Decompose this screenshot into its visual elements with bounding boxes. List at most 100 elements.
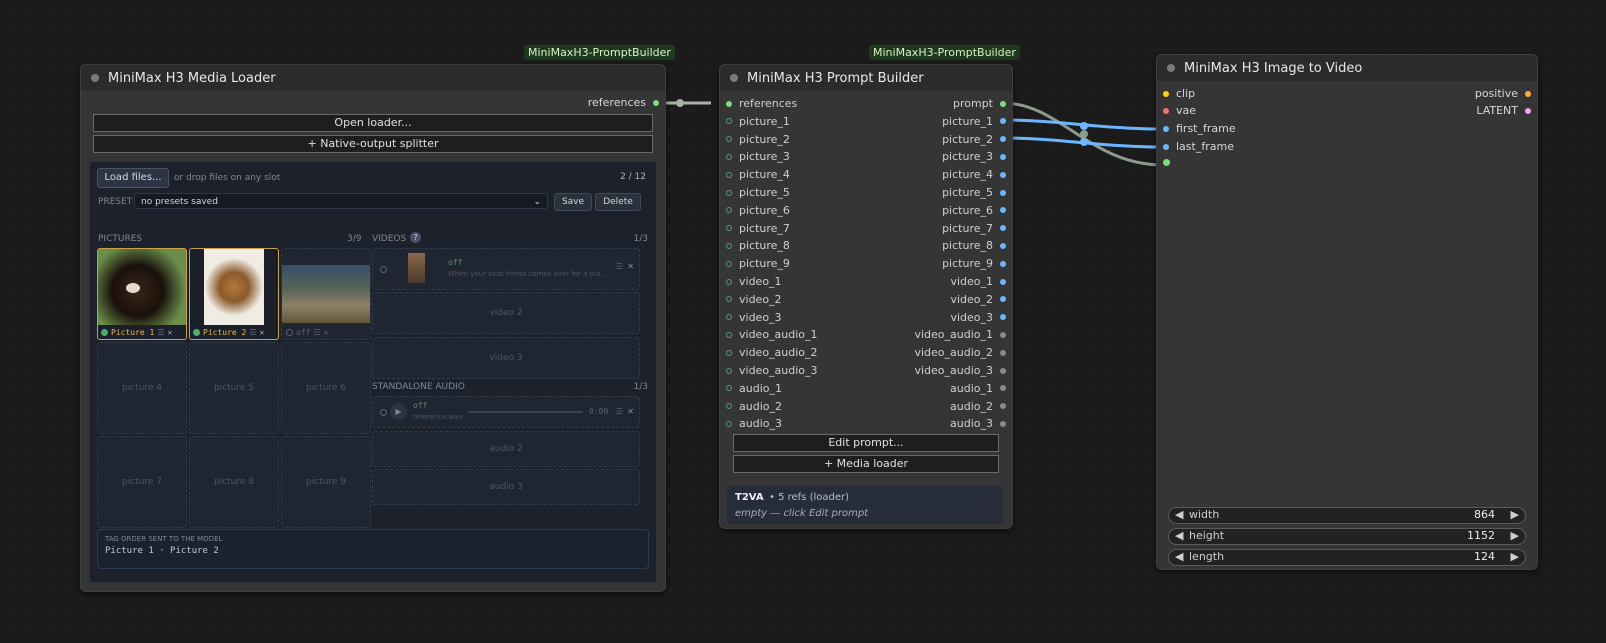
input-dot-icon[interactable] <box>726 420 732 427</box>
output-slot-video_2[interactable]: video_2 <box>950 293 1006 306</box>
decrement-arrow-icon[interactable]: ◀ <box>1175 550 1183 563</box>
output-dot-icon[interactable] <box>1000 278 1006 285</box>
output-slot-picture_5[interactable]: picture_5 <box>942 186 1006 199</box>
input-dot-icon[interactable] <box>726 349 732 356</box>
node-title-bar[interactable]: MiniMax H3 Prompt Builder <box>720 65 1012 91</box>
audio-slot-3[interactable]: audio 3 <box>372 469 640 505</box>
output-dot-icon[interactable] <box>1000 136 1006 143</box>
input-dot-icon[interactable] <box>726 314 732 321</box>
input-slot-picture_6[interactable]: picture_6 <box>726 204 790 217</box>
input-slot-video_2[interactable]: video_2 <box>726 293 782 306</box>
increment-arrow-icon[interactable]: ▶ <box>1511 529 1519 542</box>
edit-prompt-button[interactable]: Edit prompt... <box>733 434 999 452</box>
close-icon[interactable]: ✕ <box>260 328 265 337</box>
disabled-toggle-icon[interactable] <box>380 409 387 416</box>
references-output[interactable]: references <box>588 96 659 109</box>
media-loader-button[interactable]: + Media loader <box>733 455 999 473</box>
output-dot-icon[interactable] <box>1000 171 1006 178</box>
output-slot-video_audio_3[interactable]: video_audio_3 <box>914 364 1006 377</box>
output-dot-icon[interactable] <box>1000 349 1006 356</box>
picture-slot-6[interactable]: picture 6 <box>281 342 371 434</box>
clip-input[interactable]: clip <box>1163 87 1195 100</box>
picture-slot-2[interactable]: Picture 2 ☰ ✕ <box>189 248 279 340</box>
output-slot-picture_3[interactable]: picture_3 <box>942 150 1006 163</box>
width-widget[interactable]: ◀ width 864 ▶ <box>1168 507 1526 524</box>
preset-select[interactable]: no presets saved ⌄ <box>134 193 548 209</box>
disabled-toggle-icon[interactable] <box>286 329 293 336</box>
input-dot-icon[interactable] <box>1163 90 1169 97</box>
length-widget[interactable]: ◀ length 124 ▶ <box>1168 549 1526 566</box>
input-dot-icon[interactable] <box>726 278 732 285</box>
output-slot-video_audio_1[interactable]: video_audio_1 <box>914 328 1006 341</box>
output-slot-picture_1[interactable]: picture_1 <box>942 115 1006 128</box>
input-dot-icon[interactable] <box>726 118 732 125</box>
close-icon[interactable]: ✕ <box>168 328 173 337</box>
load-files-button[interactable]: Load files... <box>97 168 169 188</box>
output-slot-audio_1[interactable]: audio_1 <box>950 382 1006 395</box>
input-dot-icon[interactable] <box>726 171 732 178</box>
audio-seek-bar[interactable] <box>468 411 583 413</box>
close-icon[interactable]: ✕ <box>627 407 634 416</box>
output-slot-video_1[interactable]: video_1 <box>950 275 1006 288</box>
first-frame-input[interactable]: first_frame <box>1163 122 1236 135</box>
output-dot-icon[interactable] <box>1000 189 1006 196</box>
enabled-toggle-icon[interactable] <box>101 329 108 336</box>
input-slot-picture_7[interactable]: picture_7 <box>726 222 790 235</box>
input-slot-picture_1[interactable]: picture_1 <box>726 115 790 128</box>
picture-slot-7[interactable]: picture 7 <box>97 436 187 528</box>
decrement-arrow-icon[interactable]: ◀ <box>1175 529 1183 542</box>
positive-output[interactable]: positive <box>1475 87 1531 100</box>
native-output-splitter-button[interactable]: + Native-output splitter <box>93 135 653 153</box>
menu-icon[interactable]: ☰ <box>249 328 256 337</box>
input-slot-picture_5[interactable]: picture_5 <box>726 186 790 199</box>
input-dot-icon[interactable] <box>726 207 732 214</box>
open-loader-button[interactable]: Open loader... <box>93 114 653 132</box>
output-dot-icon[interactable] <box>1525 107 1531 114</box>
input-dot-icon[interactable] <box>726 100 732 107</box>
output-slot-picture_9[interactable]: picture_9 <box>942 257 1006 270</box>
input-slot-references[interactable]: references <box>726 97 797 110</box>
output-dot-icon[interactable] <box>1000 385 1006 392</box>
input-dot-icon[interactable] <box>726 225 732 232</box>
input-dot-icon[interactable] <box>726 153 732 160</box>
input-dot-icon[interactable] <box>726 136 732 143</box>
input-dot-icon[interactable] <box>726 403 732 410</box>
output-dot-icon[interactable] <box>1000 260 1006 267</box>
output-dot-icon[interactable] <box>1000 296 1006 303</box>
output-dot-icon[interactable] <box>1000 153 1006 160</box>
input-slot-picture_9[interactable]: picture_9 <box>726 257 790 270</box>
input-dot-icon[interactable] <box>726 385 732 392</box>
save-preset-button[interactable]: Save <box>554 193 592 211</box>
input-slot-picture_4[interactable]: picture_4 <box>726 168 790 181</box>
input-slot-video_3[interactable]: video_3 <box>726 311 782 324</box>
picture-slot-1[interactable]: Picture 1 ☰ ✕ <box>97 248 187 340</box>
input-dot-icon[interactable] <box>726 242 732 249</box>
close-icon[interactable]: ✕ <box>324 328 329 337</box>
output-dot-icon[interactable] <box>1000 367 1006 374</box>
media-loader-node[interactable]: MiniMax H3 Media Loader references Open … <box>80 64 666 592</box>
output-slot-picture_2[interactable]: picture_2 <box>942 133 1006 146</box>
input-slot-video_audio_1[interactable]: video_audio_1 <box>726 328 818 341</box>
video-slot-3[interactable]: video 3 <box>372 337 640 379</box>
enabled-toggle-icon[interactable] <box>193 329 200 336</box>
node-title-bar[interactable]: MiniMax H3 Media Loader <box>81 65 665 91</box>
close-icon[interactable]: ✕ <box>627 262 634 271</box>
input-slot-picture_8[interactable]: picture_8 <box>726 239 790 252</box>
output-slot-video_3[interactable]: video_3 <box>950 311 1006 324</box>
output-dot-icon[interactable] <box>1000 314 1006 321</box>
height-widget[interactable]: ◀ height 1152 ▶ <box>1168 528 1526 545</box>
video-slot-2[interactable]: video 2 <box>372 292 640 334</box>
output-slot-picture_7[interactable]: picture_7 <box>942 222 1006 235</box>
menu-icon[interactable]: ☰ <box>616 262 623 271</box>
input-slot-picture_2[interactable]: picture_2 <box>726 133 790 146</box>
input-dot-icon[interactable] <box>726 331 732 338</box>
output-dot-icon[interactable] <box>1000 207 1006 214</box>
picture-slot-4[interactable]: picture 4 <box>97 342 187 434</box>
output-slot-picture_4[interactable]: picture_4 <box>942 168 1006 181</box>
input-dot-icon[interactable] <box>1163 107 1169 114</box>
help-icon[interactable]: ? <box>410 232 421 243</box>
output-slot-audio_2[interactable]: audio_2 <box>950 400 1006 413</box>
input-slot-audio_1[interactable]: audio_1 <box>726 382 782 395</box>
picture-slot-3[interactable]: off ☰ ✕ <box>281 248 371 340</box>
output-dot-icon[interactable] <box>653 99 659 106</box>
